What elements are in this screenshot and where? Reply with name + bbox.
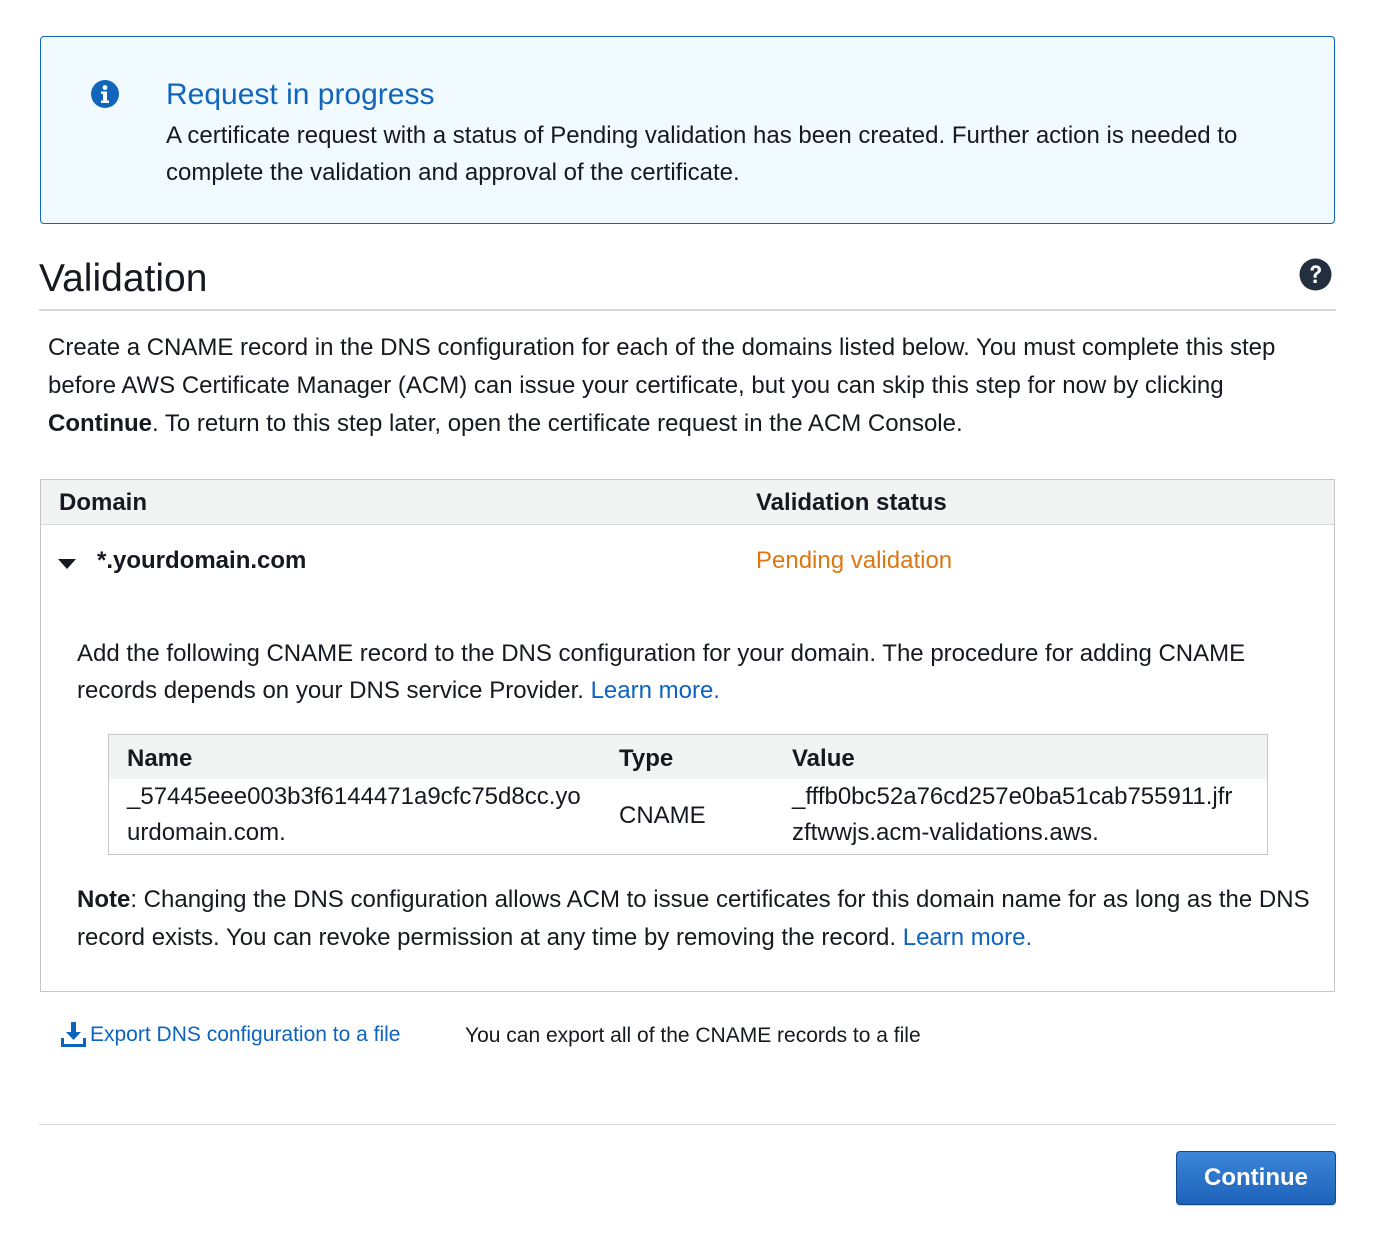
note-label: Note <box>77 886 131 913</box>
cname-table-header: Name Type Value <box>109 735 1267 779</box>
dns-note: Note: Changing the DNS configuration all… <box>77 881 1317 957</box>
page-title: Validation <box>39 257 208 300</box>
column-header-name: Name <box>127 745 193 772</box>
learn-more-link[interactable]: Learn more. <box>591 677 720 704</box>
intro-text-end: . To return to this step later, open the… <box>151 410 963 437</box>
column-header-domain: Domain <box>59 489 148 516</box>
intro-continue-bold: Continue <box>48 410 152 437</box>
banner-title: Request in progress <box>166 78 435 111</box>
intro-paragraph: Create a CNAME record in the DNS configu… <box>48 329 1318 443</box>
cname-name-cell[interactable]: _57445eee003b3f6144471a9cfc75d8cc.yo urd… <box>127 779 581 851</box>
caret-down-icon[interactable] <box>58 558 76 570</box>
info-icon <box>91 80 119 108</box>
cname-value-line-2: zftwwjs.acm-validations.aws. <box>792 819 1099 846</box>
cname-value-cell[interactable]: _fffb0bc52a76cd257e0ba51cab755911.jfr zf… <box>792 779 1232 851</box>
continue-button[interactable]: Continue <box>1176 1151 1336 1205</box>
intro-text-start: Create a CNAME record in the DNS configu… <box>48 334 1276 399</box>
column-header-value: Value <box>792 745 855 772</box>
status-badge: Pending validation <box>756 547 953 574</box>
export-dns-label: Export DNS configuration to a file <box>90 1023 401 1046</box>
export-dns-button[interactable]: Export DNS configuration to a file <box>60 1021 401 1049</box>
export-hint: You can export all of the CNAME records … <box>465 1024 921 1047</box>
note-text: : Changing the DNS configuration allows … <box>77 886 1310 951</box>
banner-text: A certificate request with a status of P… <box>166 122 1238 186</box>
title-divider <box>39 309 1336 311</box>
column-header-validation-status: Validation status <box>756 489 947 516</box>
download-icon <box>61 1022 86 1047</box>
cname-instructions: Add the following CNAME record to the DN… <box>77 635 1317 709</box>
note-learn-more-link[interactable]: Learn more. <box>903 924 1032 951</box>
cname-name-line-2: urdomain.com. <box>127 819 286 846</box>
table-header: Domain Validation status <box>41 480 1334 525</box>
cname-name-line-1: _57445eee003b3f6144471a9cfc75d8cc.yo <box>127 783 581 810</box>
cname-record-table: Name Type Value _57445eee003b3f6144471a9… <box>108 734 1268 855</box>
domain-name[interactable]: *.yourdomain.com <box>97 547 306 575</box>
info-banner: Request in progress A certificate reques… <box>40 36 1335 224</box>
question-icon[interactable] <box>1299 258 1332 291</box>
cname-value-line-1: _fffb0bc52a76cd257e0ba51cab755911.jfr <box>792 783 1233 810</box>
column-header-type: Type <box>619 745 674 772</box>
cname-type-cell: CNAME <box>619 802 706 829</box>
footer-divider <box>39 1124 1336 1125</box>
domain-validation-table: Domain Validation status *.yourdomain.co… <box>40 479 1335 992</box>
